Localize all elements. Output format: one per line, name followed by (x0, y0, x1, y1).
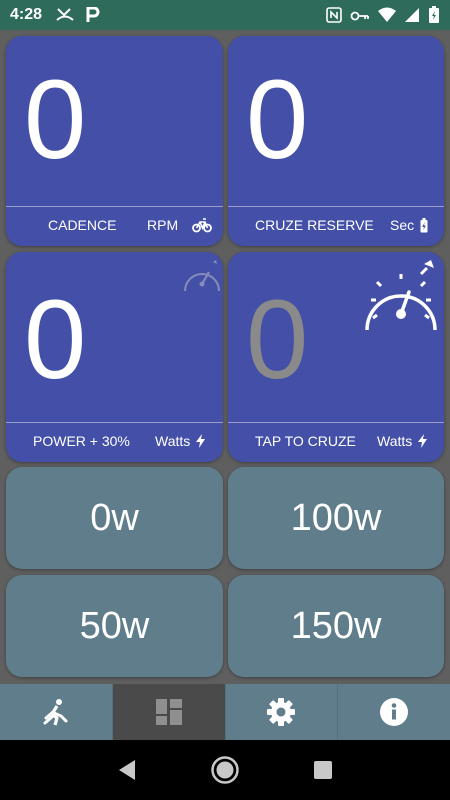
card-divider (6, 206, 223, 207)
cadence-value: 0 (24, 57, 86, 182)
bolt-icon (196, 434, 206, 448)
power-card: 0 POWER + 30% Watts (6, 252, 223, 462)
gear-icon (267, 698, 296, 726)
speedometer-icon (365, 260, 437, 331)
battery-charging-icon (420, 217, 428, 232)
battery-icon (429, 6, 439, 23)
tap-to-cruze-card[interactable]: 0 TAP TO CRUZE Watts (228, 252, 444, 462)
system-nav-bar (0, 740, 450, 800)
status-time: 4:28 (10, 6, 43, 23)
status-bar: 4:28 (0, 0, 450, 30)
bottom-tab-bar (0, 684, 450, 740)
cruze-unit-text: Watts (377, 433, 413, 449)
card-divider (6, 422, 223, 423)
bicycle-icon (192, 218, 213, 233)
tap-to-cruze-label: TAP TO CRUZE (255, 433, 356, 449)
cruze-reserve-label: CRUZE RESERVE (255, 217, 374, 233)
cruze-value: 0 (246, 277, 308, 402)
card-divider (228, 422, 444, 423)
power-label: POWER + 30% (33, 433, 130, 449)
tab-settings[interactable] (224, 684, 338, 740)
missed-call-icon (56, 8, 74, 21)
cruze-reserve-unit: Sec (390, 217, 428, 233)
dashboard-grid: 0 CADENCE RPM 0 CRUZE RESERVE Sec 0 POWE… (0, 30, 450, 684)
cadence-unit: RPM (147, 217, 213, 233)
wifi-icon (378, 7, 396, 22)
dashboard-icon (155, 699, 182, 725)
bolt-icon (418, 434, 428, 448)
tab-dashboard[interactable] (111, 684, 225, 740)
watt-100-button[interactable]: 100w (228, 467, 444, 569)
watt-150-button[interactable]: 150w (228, 575, 444, 677)
power-value: 0 (24, 277, 86, 402)
nfc-icon (326, 7, 342, 23)
home-icon[interactable] (210, 755, 240, 785)
cruze-reserve-unit-text: Sec (390, 217, 415, 233)
signal-icon (405, 8, 419, 22)
parking-app-icon (86, 7, 100, 22)
watt-50-button[interactable]: 50w (6, 575, 223, 677)
cruze-reserve-value: 0 (246, 57, 308, 182)
cruze-unit: Watts (377, 433, 428, 449)
tab-workout[interactable] (0, 684, 112, 740)
card-divider (228, 206, 444, 207)
recents-icon[interactable] (313, 760, 333, 780)
vpn-key-icon (350, 11, 369, 21)
back-icon[interactable] (117, 759, 137, 781)
tab-info[interactable] (337, 684, 450, 740)
cadence-unit-text: RPM (147, 217, 179, 233)
info-icon (380, 698, 409, 726)
walker-icon (43, 699, 68, 726)
cadence-label: CADENCE (48, 217, 117, 233)
power-unit: Watts (155, 433, 206, 449)
watt-0-button[interactable]: 0w (6, 467, 223, 569)
cadence-card: 0 CADENCE RPM (6, 36, 223, 246)
cruze-reserve-card: 0 CRUZE RESERVE Sec (228, 36, 444, 246)
speedometer-icon (184, 260, 220, 292)
power-unit-text: Watts (155, 433, 191, 449)
